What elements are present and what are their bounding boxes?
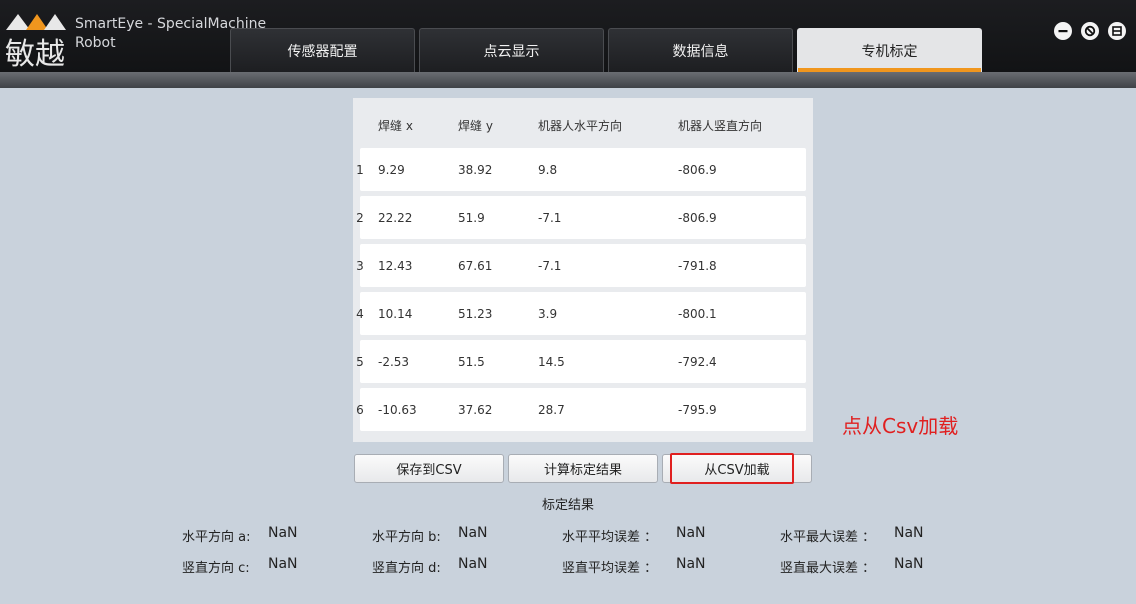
- row-index: 5: [356, 355, 364, 369]
- tab-point-cloud[interactable]: 点云显示: [419, 28, 604, 72]
- row-index: 4: [356, 307, 364, 321]
- result-label: 水平方向 b:: [372, 530, 441, 545]
- result-label: 竖直最大误差 ：: [780, 561, 876, 576]
- header-weld-y: 焊缝 y: [458, 119, 493, 133]
- result-value: NaN: [268, 556, 298, 572]
- cell-weld-x: 12.43: [378, 259, 413, 273]
- result-label: 水平平均误差 ：: [562, 530, 658, 545]
- result-label: 水平最大误差 ：: [780, 530, 876, 545]
- result-value: NaN: [458, 556, 488, 572]
- cell-robot-vertical: -795.9: [678, 403, 717, 417]
- cell-weld-y: 51.5: [458, 355, 485, 369]
- result-value: NaN: [268, 525, 298, 541]
- result-v-max-err: 竖直最大误差 ： NaN: [780, 556, 924, 576]
- cell-robot-vertical: -800.1: [678, 307, 717, 321]
- result-label: 竖直平均误差 ：: [562, 561, 658, 576]
- header-robot-vertical: 机器人竖直方向: [678, 119, 763, 133]
- minimize-icon[interactable]: [1054, 22, 1072, 40]
- cell-robot-horizontal: -7.1: [538, 259, 562, 273]
- result-label: 水平方向 a:: [182, 530, 251, 545]
- row-index: 2: [356, 211, 364, 225]
- cell-weld-y: 38.92: [458, 163, 493, 177]
- cell-weld-x: 10.14: [378, 307, 413, 321]
- cell-weld-x: 22.22: [378, 211, 413, 225]
- window-controls: [1054, 22, 1126, 40]
- cell-robot-horizontal: 14.5: [538, 355, 565, 369]
- title-bar-shadow: [0, 72, 1136, 88]
- result-value: NaN: [894, 525, 924, 541]
- cell-weld-y: 51.9: [458, 211, 485, 225]
- table-row[interactable]: 4 10.14 51.23 3.9 -800.1: [356, 292, 806, 335]
- cell-robot-vertical: -806.9: [678, 211, 717, 225]
- result-v-dir-d: 竖直方向 d: NaN: [372, 556, 488, 576]
- tab-machine-calibration[interactable]: 专机标定: [797, 28, 982, 72]
- compute-calibration-button[interactable]: 计算标定结果: [508, 454, 658, 483]
- load-csv-button[interactable]: 从CSV加载: [662, 454, 812, 483]
- table-row[interactable]: 6 -10.63 37.62 28.7 -795.9: [356, 388, 806, 431]
- annotation-text: 点从Csv加载: [842, 414, 959, 438]
- table-row[interactable]: 5 -2.53 51.5 14.5 -792.4: [356, 340, 806, 383]
- result-v-avg-err: 竖直平均误差 ： NaN: [562, 556, 706, 576]
- result-h-dir-a: 水平方向 a: NaN: [182, 525, 298, 545]
- cell-weld-y: 67.61: [458, 259, 493, 273]
- table-row[interactable]: 1 9.29 38.92 9.8 -806.9: [356, 148, 806, 191]
- result-value: NaN: [676, 556, 706, 572]
- table-header: 焊缝 x 焊缝 y 机器人水平方向 机器人竖直方向: [353, 98, 813, 148]
- cell-robot-horizontal: 28.7: [538, 403, 565, 417]
- cell-robot-vertical: -792.4: [678, 355, 717, 369]
- cell-weld-x: 9.29: [378, 163, 405, 177]
- title-bar: 敏越 SmartEye - SpecialMachine Robot 传感器配置…: [0, 0, 1136, 72]
- close-icon[interactable]: [1108, 22, 1126, 40]
- svg-text:敏越: 敏越: [5, 37, 65, 68]
- cell-weld-y: 51.23: [458, 307, 493, 321]
- cell-robot-vertical: -791.8: [678, 259, 717, 273]
- cell-robot-horizontal: 9.8: [538, 163, 558, 177]
- result-h-dir-b: 水平方向 b: NaN: [372, 525, 488, 545]
- cell-weld-x: -10.63: [378, 403, 417, 417]
- app-logo-icon: 敏越: [5, 14, 66, 68]
- row-index: 1: [356, 163, 364, 177]
- header-robot-horizontal: 机器人水平方向: [538, 119, 623, 133]
- cell-weld-y: 37.62: [458, 403, 493, 417]
- row-index: 6: [356, 403, 364, 417]
- cell-robot-horizontal: 3.9: [538, 307, 558, 321]
- result-value: NaN: [894, 556, 924, 572]
- result-v-dir-c: 竖直方向 c: NaN: [182, 556, 298, 576]
- result-value: NaN: [458, 525, 488, 541]
- header-weld-x: 焊缝 x: [378, 119, 413, 133]
- result-label: 竖直方向 d:: [372, 561, 441, 576]
- calibration-table: 焊缝 x 焊缝 y 机器人水平方向 机器人竖直方向 1 9.29 38.92 9…: [353, 98, 813, 442]
- tab-data-info[interactable]: 数据信息: [608, 28, 793, 72]
- table-row[interactable]: 3 12.43 67.61 -7.1 -791.8: [356, 244, 806, 287]
- cell-robot-vertical: -806.9: [678, 163, 717, 177]
- result-label: 竖直方向 c:: [182, 561, 250, 576]
- result-h-max-err: 水平最大误差 ： NaN: [780, 525, 924, 545]
- results-title: 标定结果: [541, 498, 594, 513]
- cell-robot-horizontal: -7.1: [538, 211, 562, 225]
- tab-sensor-config[interactable]: 传感器配置: [230, 28, 415, 72]
- table-row[interactable]: 2 22.22 51.9 -7.1 -806.9: [356, 196, 806, 239]
- cell-weld-x: -2.53: [378, 355, 410, 369]
- row-index: 3: [356, 259, 364, 273]
- result-h-avg-err: 水平平均误差 ： NaN: [562, 525, 706, 545]
- result-value: NaN: [676, 525, 706, 541]
- restore-icon[interactable]: [1081, 22, 1099, 40]
- save-csv-button[interactable]: 保存到CSV: [354, 454, 504, 483]
